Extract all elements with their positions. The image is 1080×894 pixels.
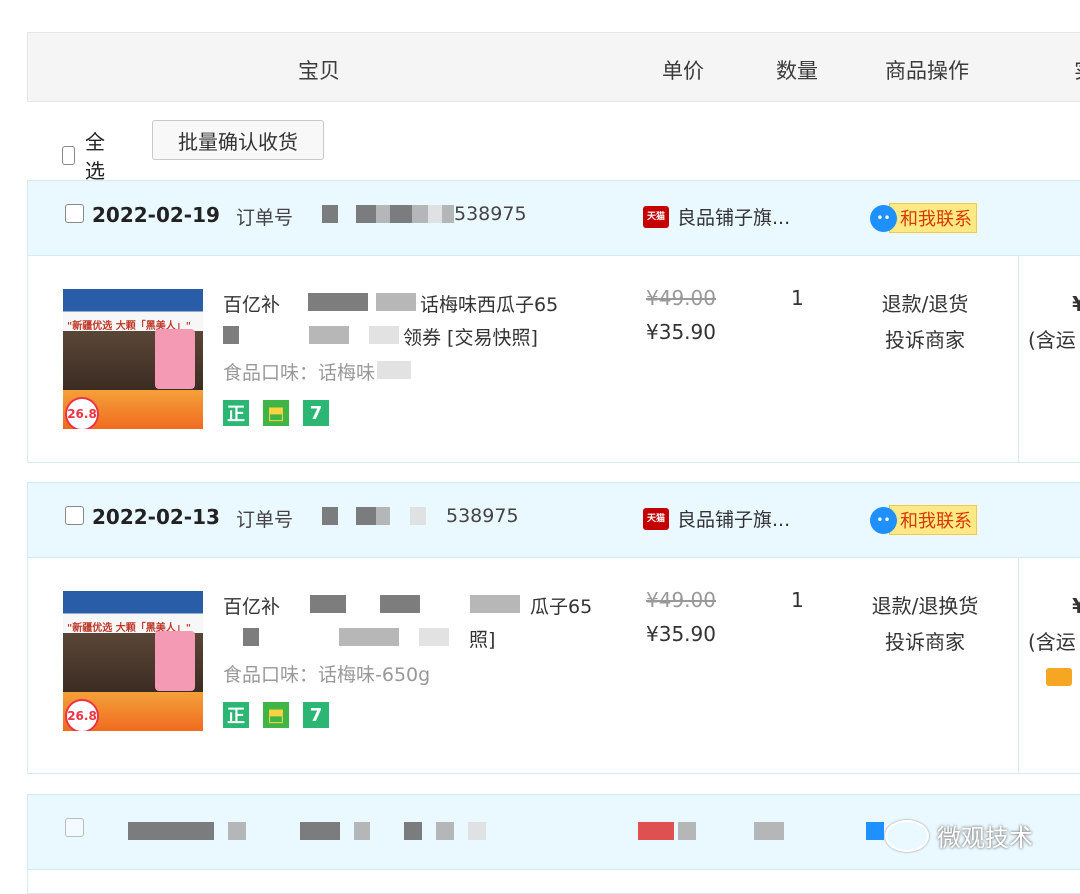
- seven-day-return-icon: 7: [303, 400, 329, 426]
- tmall-icon: 天猫: [643, 507, 669, 530]
- shop-link[interactable]: 天猫 良品铺子旗...: [643, 203, 790, 230]
- order-body: "新疆优选 大颗「黑美人」" 26.8 百亿补 瓜子65 照] 食品口味：话梅味-…: [28, 558, 1080, 773]
- order-body: "新疆优选 大颗「黑美人」" 26.8 百亿补 话梅味西瓜子65 领券 [交易快照…: [28, 256, 1080, 462]
- title-end: 瓜子65: [530, 596, 593, 618]
- contact-seller-button[interactable]: •• 和我联系: [870, 203, 977, 233]
- seven-day-return-icon: 7: [303, 702, 329, 728]
- product-thumbnail[interactable]: "新疆优选 大颗「黑美人」" 26.8: [63, 591, 203, 731]
- shopping-bag-icon: ⬒: [263, 400, 289, 426]
- total-note: (含运: [1028, 328, 1076, 352]
- product-attribute: 食品口味：话梅味: [223, 358, 412, 385]
- order-card: 2022-02-13 订单号 538975 天猫 良品铺子旗... •• 和我联…: [27, 482, 1080, 774]
- refund-link[interactable]: 退款/退货: [840, 286, 1010, 322]
- quantity: 1: [791, 286, 804, 310]
- product-thumbnail[interactable]: "新疆优选 大颗「黑美人」" 26.8: [63, 289, 203, 429]
- order-checkbox[interactable]: [65, 204, 84, 223]
- table-header: 宝贝 单价 数量 商品操作 实: [27, 32, 1080, 102]
- product-attribute: 食品口味：话梅味-650g: [223, 660, 430, 687]
- authentic-icon: 正: [223, 400, 249, 426]
- quantity: 1: [791, 588, 804, 612]
- total-note: (含运: [1028, 630, 1076, 654]
- title-end: 话梅味西瓜子65: [420, 294, 559, 316]
- col-price-header: 单价: [662, 59, 704, 83]
- attr-text: 食品口味：话梅味: [223, 362, 376, 384]
- col-total-header: 实: [1074, 55, 1080, 85]
- total-price: ¥ (含运: [1028, 588, 1080, 660]
- service-badges: 正 ⬒ 7: [223, 702, 329, 728]
- product-ops: 退款/退货 投诉商家: [840, 286, 1010, 358]
- col-item-header: 宝贝: [298, 59, 340, 83]
- total-amount: ¥: [1072, 292, 1080, 316]
- shop-name: 良品铺子旗...: [677, 207, 791, 229]
- chat-bubble-icon: ••: [870, 204, 897, 232]
- order-checkbox[interactable]: [65, 506, 84, 525]
- redacted-order-info: [128, 822, 486, 840]
- wechat-watermark: 微观技术: [885, 818, 1033, 853]
- select-all-checkbox[interactable]: [62, 145, 76, 165]
- order-number-tail: 538975: [446, 505, 519, 527]
- order-number-label: 订单号: [236, 207, 294, 229]
- total-price: ¥ (含运: [1028, 286, 1080, 358]
- order-number-label: 订单号: [236, 509, 294, 531]
- wechat-icon: [885, 819, 929, 852]
- thumb-bag: [155, 329, 195, 389]
- service-badges: 正 ⬒ 7: [223, 400, 329, 426]
- select-all[interactable]: 全选: [62, 126, 111, 184]
- card-icon[interactable]: [1046, 668, 1072, 686]
- product-title[interactable]: 百亿补 话梅味西瓜子65 领券 [交易快照]: [223, 289, 618, 355]
- unit-price: ¥35.90: [646, 622, 716, 646]
- unit-price: ¥35.90: [646, 320, 716, 344]
- thumb-price: 26.8: [65, 397, 99, 429]
- original-price: ¥49.00: [646, 588, 716, 612]
- order-card: 2022-02-19 订单号 538975 天猫 良品铺子旗... •• 和我联…: [27, 180, 1080, 463]
- order-header: 2022-02-19 订单号 538975 天猫 良品铺子旗... •• 和我联…: [28, 181, 1080, 256]
- col-qty-header: 数量: [776, 59, 818, 83]
- thumb-price: 26.8: [65, 699, 99, 731]
- title-line2: 领券 [交易快照]: [403, 327, 538, 349]
- product-title[interactable]: 百亿补 瓜子65 照]: [223, 591, 618, 657]
- title-start: 百亿补: [223, 596, 281, 618]
- complain-link[interactable]: 投诉商家: [840, 624, 1010, 660]
- watermark-text: 微观技术: [937, 824, 1033, 852]
- complain-link[interactable]: 投诉商家: [840, 322, 1010, 358]
- select-all-label: 全选: [85, 130, 106, 183]
- order-number-tail: 538975: [454, 203, 527, 225]
- chat-bubble-icon: ••: [870, 506, 897, 534]
- shop-name: 良品铺子旗...: [677, 509, 791, 531]
- attr-text: 食品口味：话梅味-650g: [223, 664, 431, 686]
- order-date: 2022-02-13: [92, 505, 220, 529]
- order-checkbox[interactable]: [65, 818, 84, 837]
- column-divider: [1018, 256, 1019, 462]
- contact-label: 和我联系: [889, 505, 977, 535]
- title-start: 百亿补: [223, 294, 281, 316]
- column-divider: [1018, 558, 1019, 773]
- order-number: 538975: [322, 203, 527, 225]
- total-amount: ¥: [1072, 594, 1080, 618]
- original-price: ¥49.00: [646, 286, 716, 310]
- title-line2: 照]: [469, 629, 496, 651]
- tmall-icon: 天猫: [643, 205, 669, 228]
- order-header: 2022-02-13 订单号 538975 天猫 良品铺子旗... •• 和我联…: [28, 483, 1080, 558]
- contact-label: 和我联系: [889, 203, 977, 233]
- refund-link[interactable]: 退款/退换货: [840, 588, 1010, 624]
- order-number: 538975: [322, 505, 519, 527]
- authentic-icon: 正: [223, 702, 249, 728]
- batch-confirm-button[interactable]: 批量确认收货: [152, 120, 324, 160]
- order-date: 2022-02-19: [92, 203, 220, 227]
- shop-link[interactable]: 天猫 良品铺子旗...: [643, 505, 790, 532]
- redacted-contact: [866, 822, 884, 840]
- contact-seller-button[interactable]: •• 和我联系: [870, 505, 977, 535]
- col-ops-header: 商品操作: [885, 59, 969, 83]
- shopping-bag-icon: ⬒: [263, 702, 289, 728]
- thumb-bag: [155, 631, 195, 691]
- product-ops: 退款/退换货 投诉商家: [840, 588, 1010, 660]
- redacted-shop: [638, 822, 784, 840]
